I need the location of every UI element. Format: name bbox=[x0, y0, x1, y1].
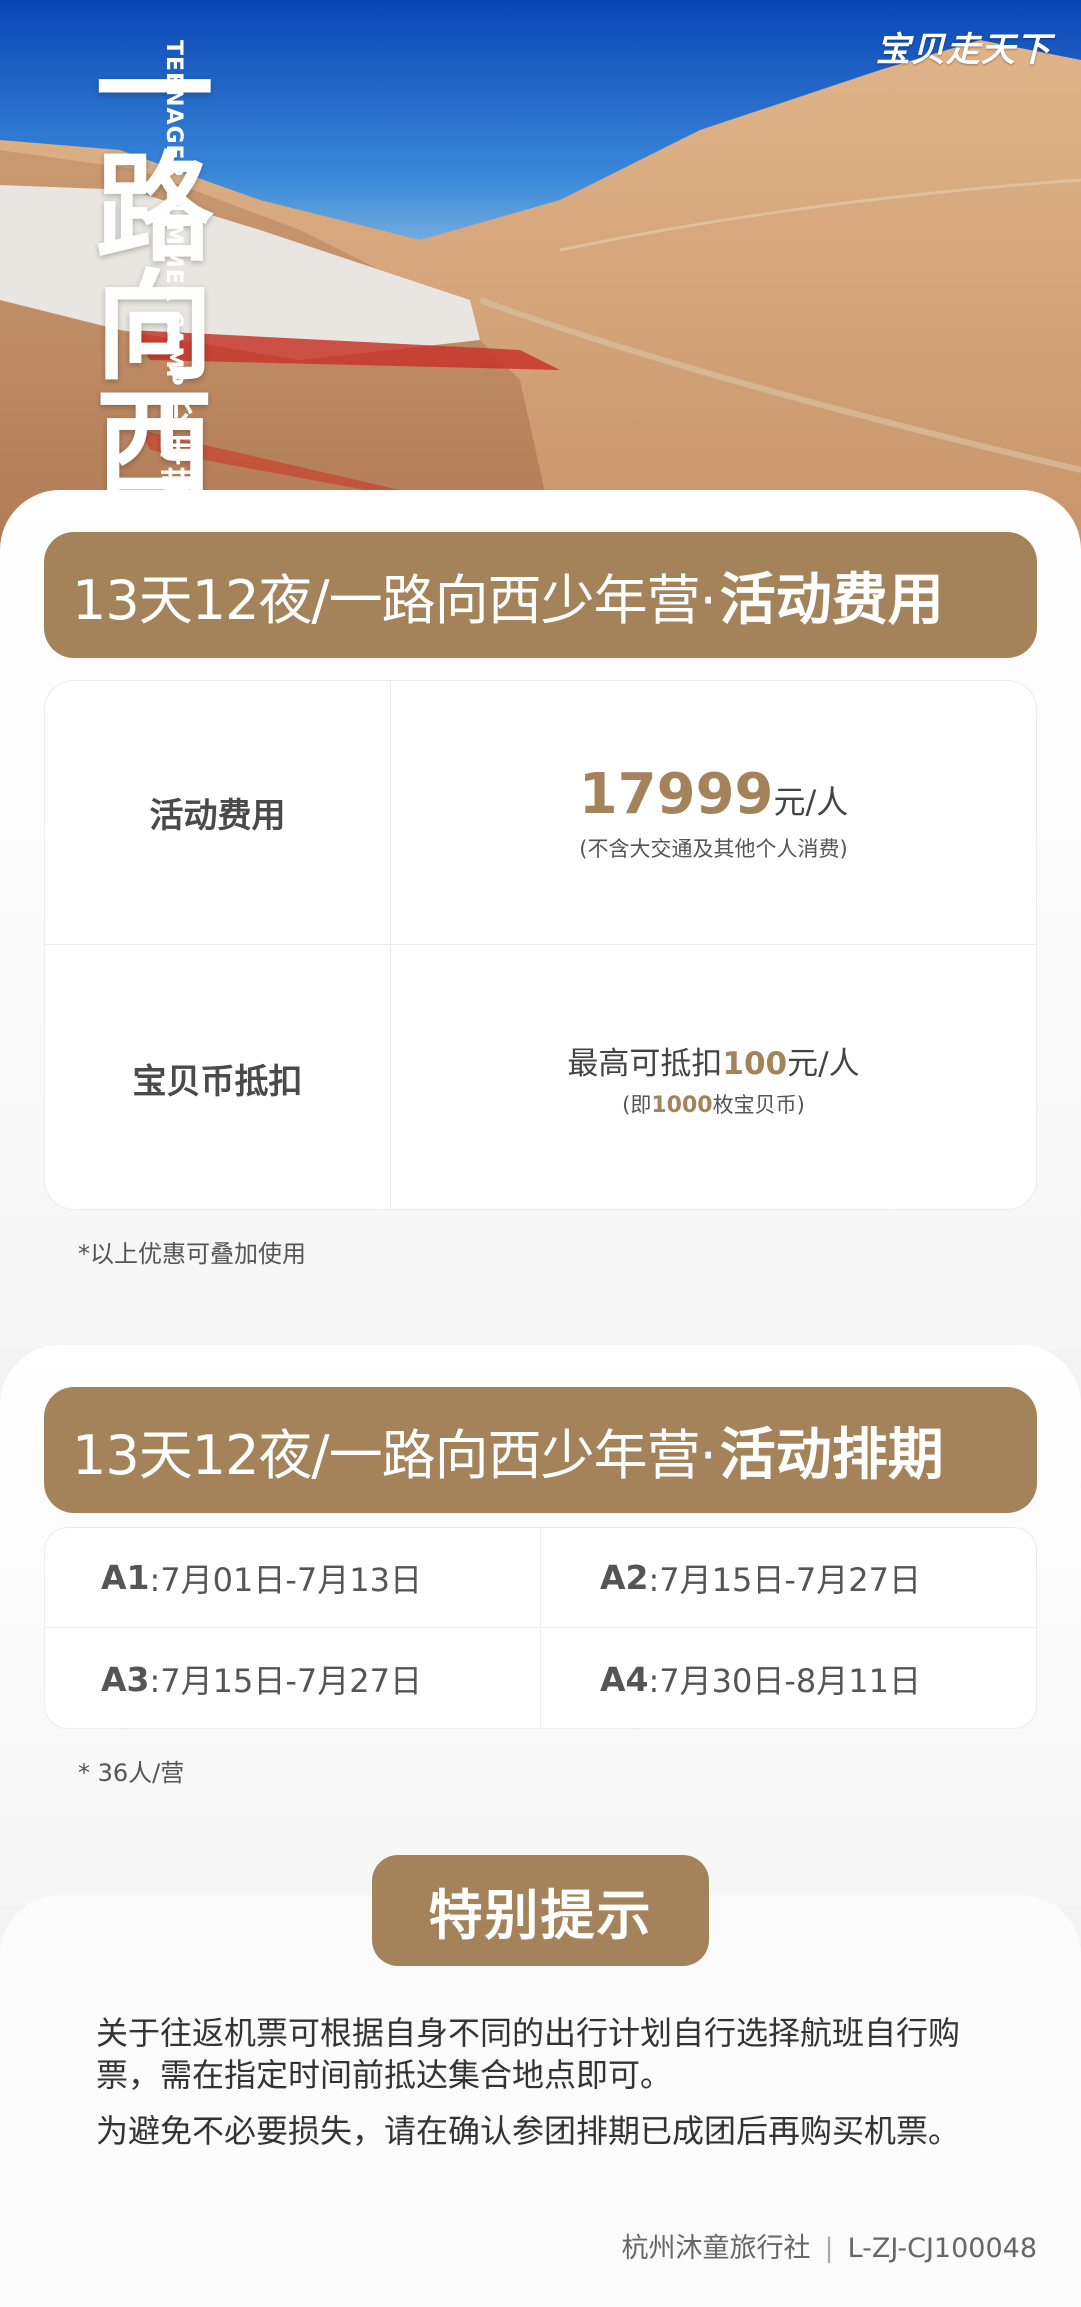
schedule-dates: :7月01日-7月13日 bbox=[149, 1560, 423, 1599]
schedule-dates: :7月30日-8月11日 bbox=[648, 1662, 922, 1700]
schedule-code: A1 bbox=[101, 1558, 150, 1597]
coin-note-amount: 1000 bbox=[651, 1092, 713, 1118]
hero-subtitle: TEENAGER SUMMER CAMP 少年营 bbox=[153, 40, 193, 503]
fee-row-value: 最高可抵扣100元/人 (即1000枚宝贝币) bbox=[391, 946, 1036, 1209]
coin-discount-line: 最高可抵扣100元/人 bbox=[567, 1038, 859, 1083]
fee-table: 活动费用 17999元/人 (不含大交通及其他个人消费) 宝贝币抵扣 最高可抵扣… bbox=[44, 680, 1037, 1210]
schedule-code: A3 bbox=[101, 1659, 150, 1699]
coin-note-prefix: (即 bbox=[622, 1092, 652, 1117]
notice-paragraph: 关于往返机票可根据自身不同的出行计划自行选择航班自行购票，需在指定时间前抵达集合… bbox=[96, 2014, 961, 2094]
price-line: 17999元/人 bbox=[579, 762, 849, 827]
price-unit: 元/人 bbox=[773, 783, 849, 821]
schedule-banner-bold: 活动排期 bbox=[719, 1422, 944, 1488]
fee-row-coin-discount: 宝贝币抵扣 最高可抵扣100元/人 (即1000枚宝贝币) bbox=[45, 946, 1036, 1209]
schedule-dates: :7月15日-7月27日 bbox=[149, 1662, 423, 1700]
agency-info: 杭州沐童旅行社 | L-ZJ-CJ100048 bbox=[621, 2226, 1037, 2265]
schedule-table: A1:7月01日-7月13日 A2:7月15日-7月27日 A3:7月15日-7… bbox=[44, 1527, 1037, 1729]
coin-discount-amount: 100 bbox=[722, 1045, 788, 1082]
agency-separator: | bbox=[824, 2233, 834, 2264]
schedule-dates: :7月15日-7月27日 bbox=[648, 1560, 922, 1599]
notice-paragraph: 为避免不必要损失，请在确认参团排期已成团后再购买机票。 bbox=[96, 2112, 961, 2150]
coin-note-suffix: 枚宝贝币) bbox=[712, 1092, 805, 1117]
schedule-item-a4: A4:7月30日-8月11日 bbox=[542, 1629, 1036, 1728]
price-amount: 17999 bbox=[578, 762, 774, 827]
fee-row-activity: 活动费用 17999元/人 (不含大交通及其他个人消费) bbox=[45, 681, 1036, 945]
fee-row-label: 宝贝币抵扣 bbox=[45, 946, 391, 1209]
coin-note: (即1000枚宝贝币) bbox=[622, 1089, 805, 1119]
fee-section-banner: 13天12夜/一路向西少年营· 活动费用 bbox=[44, 532, 1037, 658]
hero-banner: 宝贝走天下 一路向西 TEENAGER SUMMER CAMP 少年营 bbox=[0, 0, 1081, 560]
schedule-item-a1: A1:7月01日-7月13日 bbox=[45, 1528, 541, 1628]
fee-banner-light: 13天12夜/一路向西少年营· bbox=[72, 568, 717, 632]
fee-card: 13天12夜/一路向西少年营· 活动费用 活动费用 17999元/人 (不含大交… bbox=[0, 490, 1081, 1350]
fee-row-value: 17999元/人 (不含大交通及其他个人消费) bbox=[391, 681, 1036, 944]
agency-name: 杭州沐童旅行社 bbox=[621, 2233, 811, 2264]
schedule-item-a3: A3:7月15日-7月27日 bbox=[45, 1629, 541, 1728]
hero-subtitle-en-1: TEENAGER bbox=[161, 40, 186, 179]
schedule-footnote: * 36人/营 bbox=[78, 1759, 185, 1787]
coin-text-suffix: 元/人 bbox=[787, 1045, 860, 1082]
fee-row-label: 活动费用 bbox=[45, 681, 391, 944]
schedule-banner-light: 13天12夜/一路向西少年营· bbox=[72, 1423, 717, 1487]
brand-logo: 宝贝走天下 bbox=[876, 30, 1051, 70]
schedule-section-banner: 13天12夜/一路向西少年营· 活动排期 bbox=[44, 1387, 1037, 1513]
schedule-card: 13天12夜/一路向西少年营· 活动排期 A1:7月01日-7月13日 A2:7… bbox=[0, 1345, 1081, 1905]
hero-subtitle-cn: 少年营 bbox=[153, 395, 193, 504]
notice-title: 特别提示 bbox=[372, 1855, 709, 1966]
schedule-code: A2 bbox=[600, 1558, 649, 1597]
price-note: (不含大交通及其他个人消费) bbox=[579, 837, 848, 861]
hero-subtitle-en-2: SUMMER CAMP bbox=[161, 187, 186, 387]
schedule-item-a2: A2:7月15日-7月27日 bbox=[542, 1528, 1036, 1628]
agency-license: L-ZJ-CJ100048 bbox=[847, 2233, 1037, 2264]
coin-text-prefix: 最高可抵扣 bbox=[567, 1045, 723, 1082]
notice-text: 关于往返机票可根据自身不同的出行计划自行选择航班自行购票，需在指定时间前抵达集合… bbox=[96, 2012, 996, 2152]
schedule-code: A4 bbox=[600, 1659, 649, 1699]
fee-banner-bold: 活动费用 bbox=[719, 567, 944, 633]
fee-footnote: *以上优惠可叠加使用 bbox=[78, 1240, 306, 1268]
